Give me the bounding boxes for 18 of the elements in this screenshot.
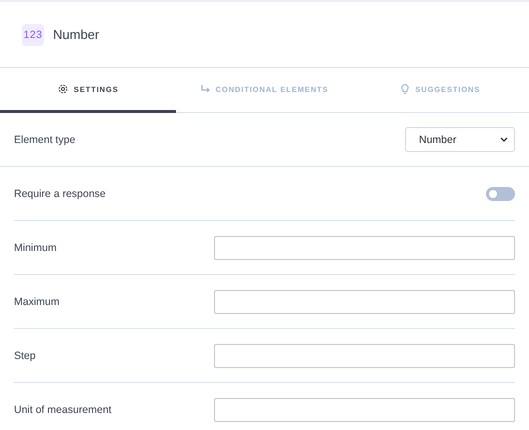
toggle-switch[interactable] bbox=[486, 186, 515, 200]
field-label: Unit of measurement bbox=[14, 404, 112, 416]
number-badge: 123 bbox=[22, 24, 44, 46]
element-title: Number bbox=[53, 27, 100, 42]
element-type-select[interactable]: Number bbox=[405, 127, 515, 152]
chevron-down-icon bbox=[500, 137, 508, 142]
input-field[interactable] bbox=[214, 344, 515, 368]
field-label: Element type bbox=[14, 134, 76, 146]
input-field[interactable] bbox=[214, 398, 515, 422]
input-field[interactable] bbox=[214, 236, 515, 260]
input-field[interactable] bbox=[214, 290, 515, 314]
field-label: Maximum bbox=[14, 296, 61, 308]
settings-icon bbox=[58, 84, 68, 94]
field-label: Minimum bbox=[14, 242, 58, 254]
lightbulb-icon bbox=[401, 84, 410, 94]
field-label: Step bbox=[14, 350, 37, 362]
turn-arrow-icon bbox=[200, 85, 210, 93]
field-label: Require a response bbox=[14, 188, 107, 200]
